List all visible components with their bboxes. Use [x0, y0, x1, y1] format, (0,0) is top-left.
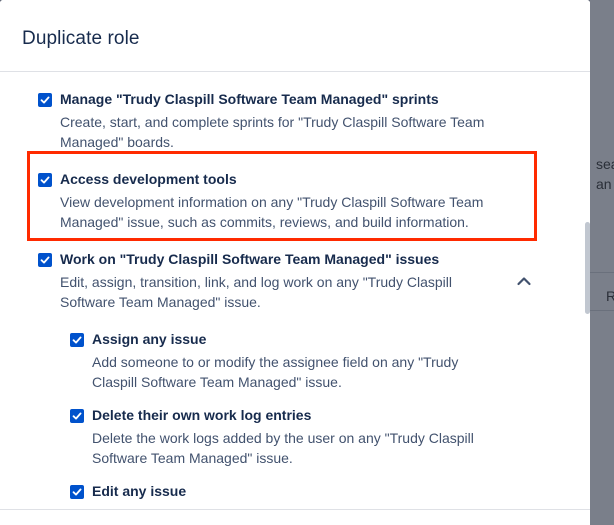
permission-checkbox[interactable] — [38, 93, 52, 107]
permission-description: View development information on any "Tru… — [60, 194, 484, 230]
background-text-fragment: R — [606, 288, 614, 304]
scrollbar-thumb[interactable] — [585, 222, 590, 314]
permission-title: Edit any issue — [92, 483, 187, 499]
background-divider — [590, 310, 614, 311]
permission-title: Access development tools — [60, 171, 237, 187]
duplicate-role-modal: Duplicate role Manage "Trudy Claspill So… — [0, 0, 590, 525]
permission-description: Create, start, and complete sprints for … — [60, 114, 485, 150]
permission-title: Manage "Trudy Claspill Software Team Man… — [60, 91, 439, 107]
permission-checkbox[interactable] — [70, 333, 84, 347]
background-text-fragment: an — [596, 176, 612, 192]
modal-header: Duplicate role — [0, 0, 590, 72]
background-text-fragment: sea — [596, 156, 614, 172]
permission-item-edit-any-issue: Edit any issue — [70, 483, 530, 509]
permission-title: Delete their own work log entries — [92, 407, 312, 423]
permission-checkbox[interactable] — [38, 253, 52, 267]
permission-item-assign-any-issue: Assign any issue Add someone to or modif… — [70, 331, 530, 393]
check-icon — [40, 96, 50, 104]
modal-title: Duplicate role — [22, 28, 140, 49]
check-icon — [72, 412, 82, 420]
check-icon — [72, 336, 82, 344]
check-icon — [40, 256, 50, 264]
permission-checkbox[interactable] — [38, 173, 52, 187]
permission-checkbox[interactable] — [70, 409, 84, 423]
permission-title: Work on "Trudy Claspill Software Team Ma… — [60, 251, 440, 267]
permission-item-manage-sprints: Manage "Trudy Claspill Software Team Man… — [38, 91, 538, 153]
permission-title: Assign any issue — [92, 331, 207, 347]
background-divider — [590, 272, 614, 273]
check-icon — [72, 488, 82, 496]
permission-description: Delete the work logs added by the user o… — [92, 430, 474, 466]
modal-footer-divider — [0, 509, 590, 510]
permission-description: Add someone to or modify the assignee fi… — [92, 354, 459, 390]
chevron-up-icon[interactable] — [514, 271, 534, 291]
permission-item-delete-own-work-logs: Delete their own work log entries Delete… — [70, 407, 530, 469]
background-page: sea an R — [590, 0, 614, 525]
permission-item-access-development-tools: Access development tools View developmen… — [38, 171, 538, 233]
permission-description: Edit, assign, transition, link, and log … — [60, 274, 452, 310]
permission-item-work-on-issues: Work on "Trudy Claspill Software Team Ma… — [38, 251, 538, 313]
permission-checkbox[interactable] — [70, 485, 84, 499]
permissions-list[interactable]: Manage "Trudy Claspill Software Team Man… — [0, 72, 590, 509]
check-icon — [40, 176, 50, 184]
